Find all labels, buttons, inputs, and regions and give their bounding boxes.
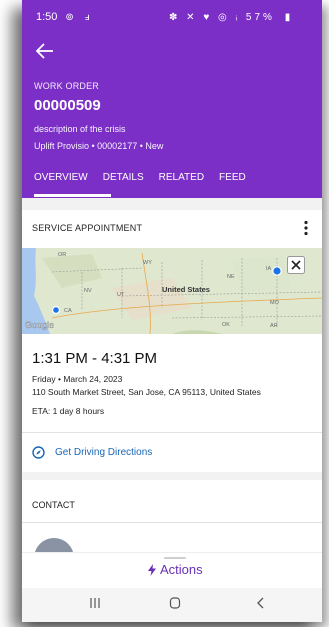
status-right-icons: ✽ ✕ ♥ ◎ ᵢ 57% ▮ [169, 12, 293, 23]
drag-handle[interactable] [164, 557, 186, 559]
lightning-bolt-icon [148, 563, 156, 576]
map-state-label: MO [270, 300, 280, 306]
destination-marker [272, 266, 282, 276]
map-state-label: NV [84, 288, 92, 294]
recents-icon[interactable] [88, 596, 102, 610]
appointment-eta: ETA: 1 day 8 hours [32, 406, 105, 416]
get-driving-directions-link[interactable]: Get Driving Directions [32, 446, 152, 459]
status-left-icons: ⊚ ⅎ [65, 11, 94, 23]
map-state-label: IA [266, 266, 272, 272]
arrow-left-icon[interactable] [34, 42, 56, 60]
battery-level: 57% [245, 11, 275, 23]
actions-bar: Actions [22, 552, 322, 588]
phone-screen: 1:50 ⊚ ⅎ ✽ ✕ ♥ ◎ ᵢ 57% ▮ WORK ORDER 0000… [22, 0, 322, 622]
tab-feed[interactable]: FEED [219, 172, 246, 183]
directions-label: Get Driving Directions [55, 447, 153, 458]
divider [22, 432, 322, 433]
map-state-label: NE [227, 274, 235, 280]
tab-overview[interactable]: OVERVIEW [34, 172, 88, 183]
service-appointment-card: SERVICE APPOINTMENT OR WY NE IA NV UT MO… [22, 210, 322, 472]
map-graphic: OR WY NE IA NV UT MO CA OK AR United Sta… [22, 248, 322, 334]
card-title: SERVICE APPOINTMENT [32, 223, 143, 233]
map-state-label: AR [270, 323, 278, 329]
close-icon[interactable] [287, 256, 305, 274]
actions-button[interactable]: Actions [148, 562, 203, 577]
back-chevron-icon[interactable] [254, 596, 268, 610]
appointment-time-range: 1:31 PM - 4:31 PM [32, 350, 158, 367]
google-logo: Google [25, 320, 54, 330]
record-header: 1:50 ⊚ ⅎ ✽ ✕ ♥ ◎ ᵢ 57% ▮ WORK ORDER 0000… [22, 0, 322, 198]
battery-icon: ▮ [284, 11, 294, 23]
home-icon[interactable] [168, 596, 182, 610]
record-meta: Uplift Provisio • 00002177 • New [34, 141, 164, 151]
map-state-label: OR [58, 252, 66, 258]
appointment-date: Friday • March 24, 2023 [32, 374, 123, 384]
record-number: 00000509 [34, 97, 101, 114]
actions-label: Actions [160, 562, 203, 577]
map-state-label: WY [143, 260, 152, 266]
system-nav-bar [22, 588, 322, 622]
status-indicator-icons: ✽ ✕ ♥ ◎ ᵢ [169, 11, 241, 23]
compass-icon [32, 446, 45, 459]
status-bar: 1:50 ⊚ ⅎ ✽ ✕ ♥ ◎ ᵢ 57% ▮ [36, 8, 312, 26]
map-country-label: United States [162, 285, 210, 294]
record-description: description of the crisis [34, 124, 126, 134]
tab-details[interactable]: DETAILS [103, 172, 144, 183]
map-state-label: OK [222, 322, 230, 328]
tab-bar: OVERVIEW DETAILS RELATED FEED [34, 172, 246, 183]
status-time: 1:50 [36, 11, 58, 23]
appointment-map[interactable]: OR WY NE IA NV UT MO CA OK AR United Sta… [22, 248, 322, 334]
origin-marker [52, 305, 61, 314]
active-tab-indicator [34, 194, 111, 197]
map-state-label: CA [64, 308, 72, 314]
map-state-label: UT [117, 292, 125, 298]
appointment-address: 110 South Market Street, San Jose, CA 95… [32, 387, 261, 397]
tab-related[interactable]: RELATED [159, 172, 204, 183]
card-title: CONTACT [32, 500, 75, 510]
divider [22, 522, 322, 523]
object-type-label: WORK ORDER [34, 81, 99, 91]
more-vertical-icon[interactable] [302, 220, 310, 236]
